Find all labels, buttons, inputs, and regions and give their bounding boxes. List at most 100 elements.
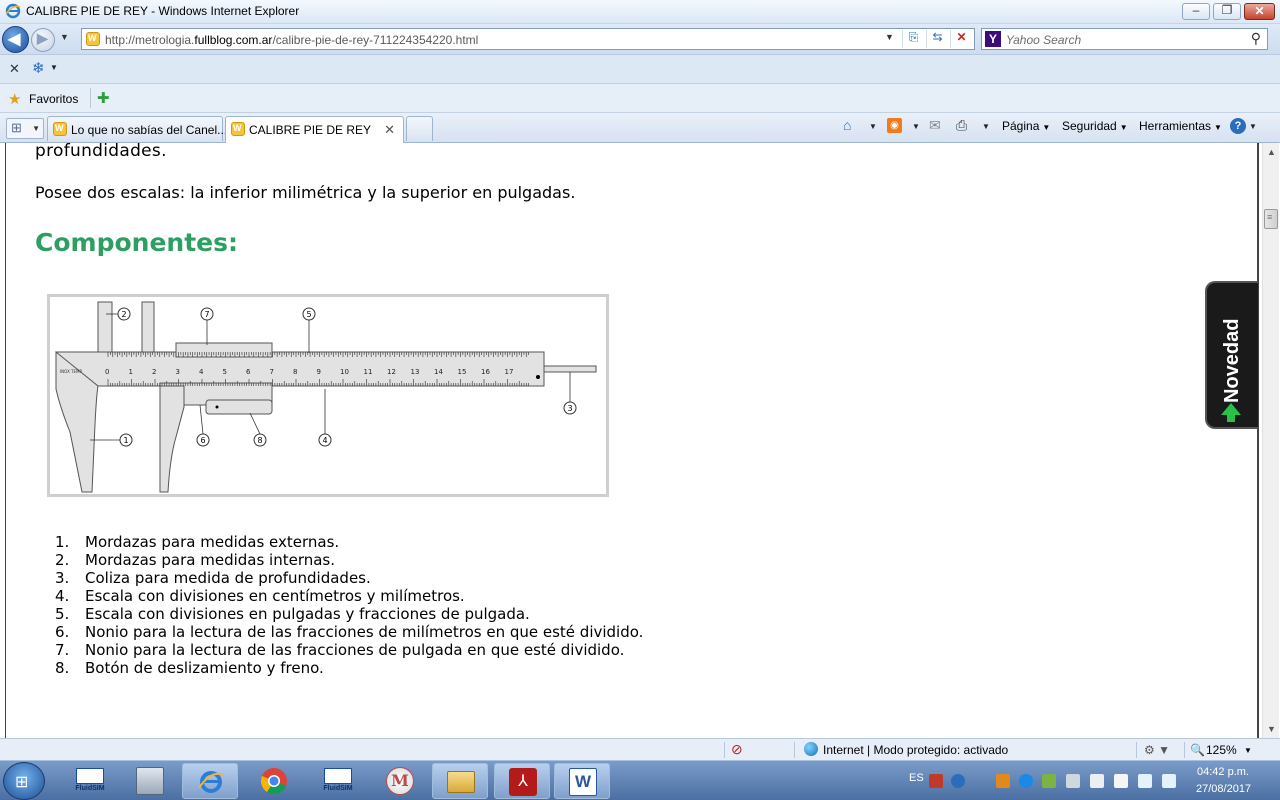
pdf-icon: ⅄ xyxy=(509,768,537,796)
ie-icon xyxy=(198,771,224,793)
new-tab-button[interactable] xyxy=(406,116,433,141)
restore-button[interactable]: ❐ xyxy=(1213,3,1241,20)
close-tab-icon[interactable]: ✕ xyxy=(384,122,395,138)
taskbar-internet-explorer[interactable] xyxy=(182,763,238,799)
help-dropdown-icon[interactable]: ▼ xyxy=(1249,122,1257,131)
quick-tabs-button[interactable]: ⊞ ▼ xyxy=(6,118,44,139)
scale-label: 2 xyxy=(152,368,156,376)
components-heading: Componentes: xyxy=(35,228,238,257)
tab-label: CALIBRE PIE DE REY xyxy=(249,123,372,137)
stop-icon[interactable]: ✕ xyxy=(950,30,972,48)
help-icon[interactable]: ? xyxy=(1230,118,1246,134)
clock-date[interactable]: 27/08/2017 xyxy=(1196,783,1251,795)
zoom-dropdown-icon[interactable]: ▼ xyxy=(1244,746,1252,755)
tray-help-icon[interactable] xyxy=(951,774,965,788)
scales-paragraph: Posee dos escalas: la inferior milimétri… xyxy=(35,183,576,202)
tab-calibre[interactable]: W CALIBRE PIE DE REY ✕ xyxy=(225,116,404,143)
toolbar-row: ✕ ❄ ▼ xyxy=(0,55,1280,84)
language-indicator[interactable]: ES xyxy=(909,772,924,784)
close-toolbar-icon[interactable]: ✕ xyxy=(9,61,20,77)
feed-dropdown-icon[interactable]: ▼ xyxy=(912,122,920,131)
tray-orange-icon[interactable] xyxy=(996,774,1010,788)
tools-menu[interactable]: Herramientas ▼ xyxy=(1139,119,1222,133)
taskbar-explorer[interactable] xyxy=(432,763,488,799)
taskbar-fluidsim-2[interactable]: FluidSIM xyxy=(310,763,366,799)
zoom-level[interactable]: 125% xyxy=(1206,743,1237,757)
security-zone-text[interactable]: Internet | Modo protegido: activado xyxy=(823,743,1008,757)
vertical-scrollbar[interactable]: ▲ ≡ ▼ xyxy=(1262,143,1279,738)
print-dropdown-icon[interactable]: ▼ xyxy=(982,122,990,131)
search-field[interactable]: Y Yahoo Search ⚲ xyxy=(981,28,1268,50)
list-item: 4. Escala con divisiones en centímetros y… xyxy=(55,587,465,605)
scroll-up-icon[interactable]: ▲ xyxy=(1267,147,1276,157)
callout-number: 7 xyxy=(204,310,209,319)
svg-text:INOX TEMP: INOX TEMP xyxy=(60,369,82,374)
tray-flag-icon[interactable] xyxy=(1114,774,1128,788)
address-field[interactable]: W http://metrologia.fullblog.com.ar/cali… xyxy=(81,28,975,50)
search-icon[interactable]: ⚲ xyxy=(1251,30,1261,47)
taskbar-chrome[interactable] xyxy=(246,763,302,799)
tray-network-app-icon[interactable] xyxy=(1042,774,1056,788)
list-item: 8. Botón de deslizamiento y freno. xyxy=(55,659,324,677)
clock-time[interactable]: 04:42 p.m. xyxy=(1197,766,1249,778)
internet-zone-icon xyxy=(804,742,818,756)
callout-number: 1 xyxy=(123,436,128,445)
calculator-icon xyxy=(136,767,164,795)
favorites-button[interactable]: Favoritos xyxy=(29,92,78,106)
safety-menu[interactable]: Seguridad ▼ xyxy=(1062,119,1128,133)
network-signal-icon[interactable] xyxy=(1138,774,1152,788)
ie-logo-icon xyxy=(5,3,21,19)
forward-button[interactable]: ▶ xyxy=(31,28,55,52)
scale-label: 13 xyxy=(411,368,420,376)
taskbar-acrobat[interactable]: ⅄ xyxy=(494,763,550,799)
home-icon[interactable]: ⌂ xyxy=(843,117,851,133)
rss-feed-icon[interactable]: ◉ xyxy=(887,118,902,133)
close-window-button[interactable]: ✕ xyxy=(1244,3,1275,20)
scale-label: 12 xyxy=(387,368,396,376)
page-border-right xyxy=(1257,143,1259,738)
novedad-side-badge[interactable]: Novedad xyxy=(1205,281,1258,429)
back-button[interactable]: ◀ xyxy=(2,26,29,53)
tray-usb-icon[interactable] xyxy=(1090,774,1104,788)
callout-number: 5 xyxy=(306,310,311,319)
taskbar-calculator[interactable] xyxy=(122,763,178,799)
home-dropdown-icon[interactable]: ▼ xyxy=(869,122,877,131)
festo-icon xyxy=(324,768,352,784)
settings-icon[interactable]: ⚙ ▼ xyxy=(1144,743,1170,757)
components-list: 1. Mordazas para medidas externas. 2. Mord… xyxy=(55,533,643,677)
url-text[interactable]: http://metrologia.fullblog.com.ar/calibr… xyxy=(105,33,478,47)
scroll-thumb[interactable]: ≡ xyxy=(1264,209,1278,229)
scroll-down-icon[interactable]: ▼ xyxy=(1267,724,1276,734)
tab-bar: ⊞ ▼ W Lo que no sabías del Canel... W CAL… xyxy=(0,113,1280,143)
scale-label: 7 xyxy=(270,368,274,376)
taskbar-m-app[interactable]: M xyxy=(372,763,428,799)
tray-app-icon[interactable] xyxy=(929,774,943,788)
favorites-star-icon[interactable]: ★ xyxy=(8,90,21,108)
addon-dropdown-icon[interactable]: ▼ xyxy=(50,63,58,72)
page-menu[interactable]: Página ▼ xyxy=(1002,119,1050,133)
taskbar-word[interactable]: W xyxy=(554,763,610,799)
mail-icon[interactable]: ✉ xyxy=(929,117,941,134)
refresh-icon[interactable]: ⇆ xyxy=(926,30,948,48)
tab-canela[interactable]: W Lo que no sabías del Canel... xyxy=(47,116,227,141)
popup-blocked-icon[interactable]: ⊘ xyxy=(731,741,743,758)
minimize-button[interactable]: – xyxy=(1182,3,1210,20)
taskbar: ⊞ FluidSIM FluidSIM M ⅄ W ES 04:42 p.m. … xyxy=(0,760,1280,800)
favorites-separator xyxy=(90,88,91,108)
tray-info-icon[interactable] xyxy=(1019,774,1033,788)
zoom-icon[interactable]: 🔍 xyxy=(1190,743,1205,757)
taskbar-fluidsim-1[interactable]: FluidSIM xyxy=(62,763,118,799)
festo-icon xyxy=(76,768,104,784)
add-favorite-icon[interactable]: ✚ xyxy=(97,89,110,107)
start-button[interactable]: ⊞ xyxy=(3,762,45,800)
windows-logo-icon: ⊞ xyxy=(15,774,29,791)
url-dropdown-icon[interactable]: ▼ xyxy=(885,32,894,42)
print-icon[interactable]: ⎙ xyxy=(956,117,967,134)
scale-label: 14 xyxy=(434,368,443,376)
recent-pages-dropdown[interactable]: ▼ xyxy=(60,32,69,42)
volume-icon[interactable] xyxy=(1162,774,1176,788)
addon-snowflake-icon[interactable]: ❄ xyxy=(32,59,45,77)
compatibility-view-icon[interactable]: ⎘ xyxy=(902,30,924,48)
tab-label: Lo que no sabías del Canel... xyxy=(71,123,228,137)
tray-device-icon[interactable] xyxy=(1066,774,1080,788)
